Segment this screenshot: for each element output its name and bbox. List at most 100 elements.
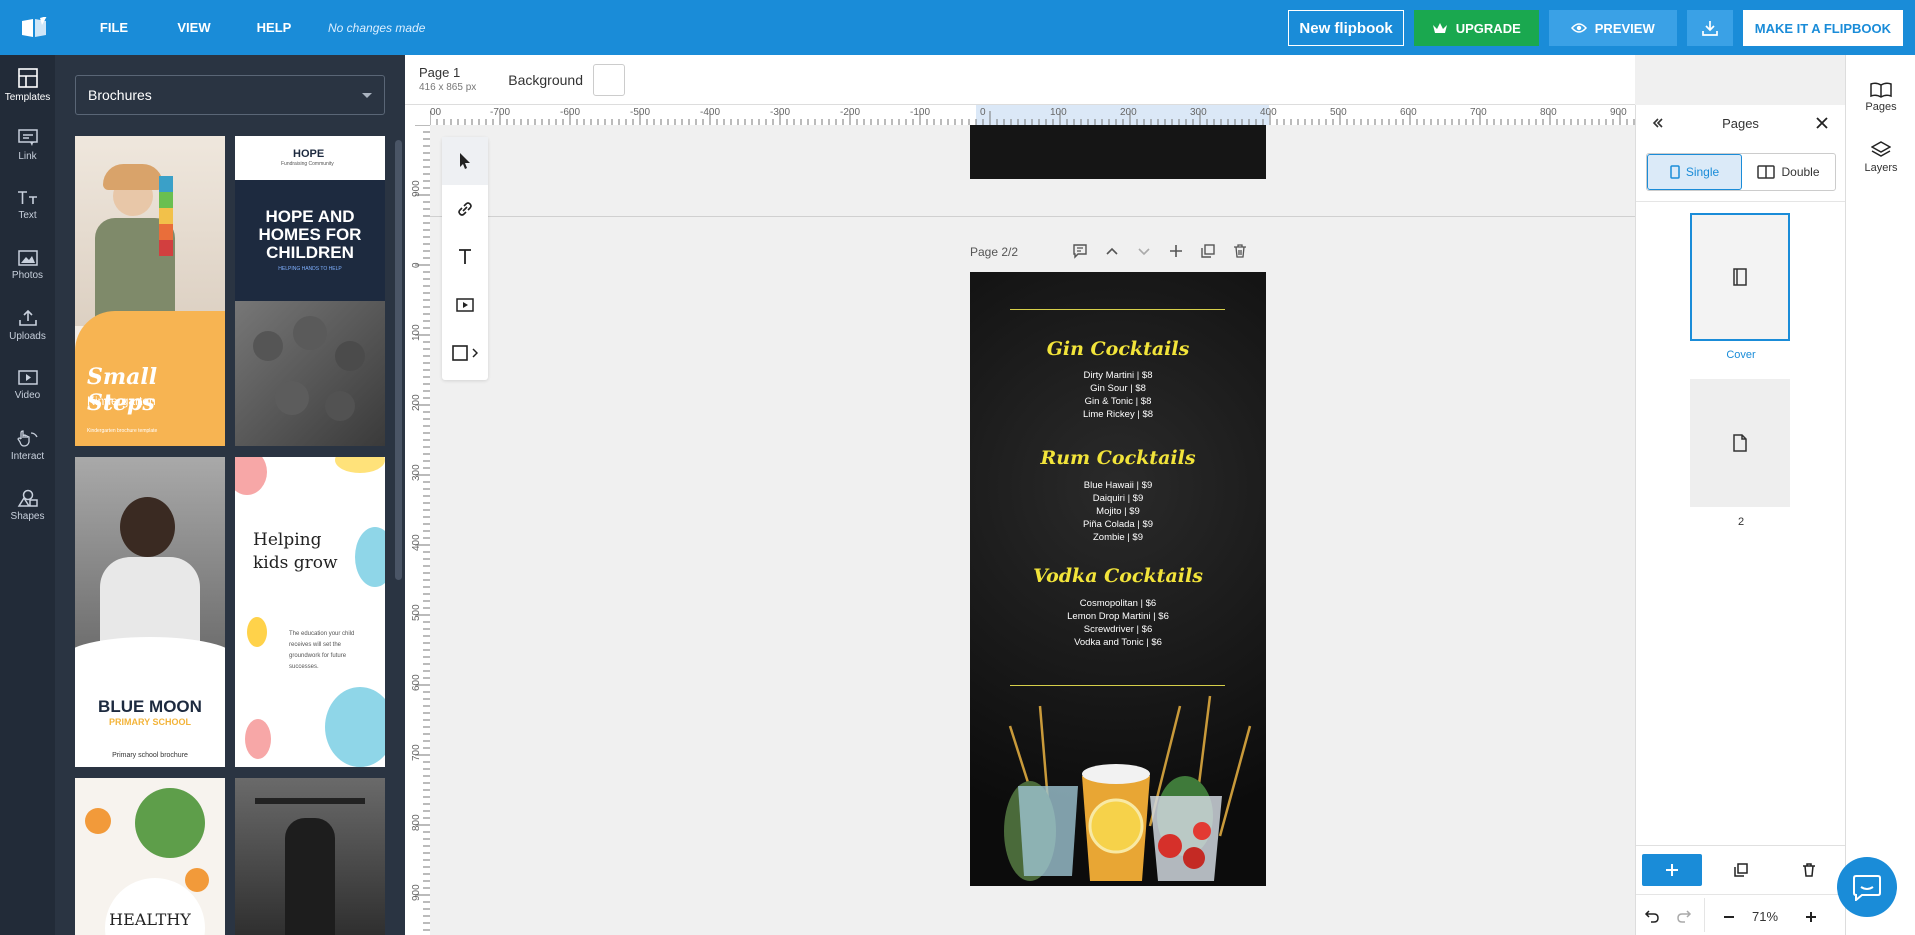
nav-templates[interactable]: Templates <box>0 55 55 115</box>
nav-photos-label: Photos <box>11 269 44 281</box>
blue-moon-title: BLUE MOON <box>98 697 202 716</box>
add-page-button[interactable] <box>1642 854 1702 886</box>
template-healthy[interactable]: HEALTHY <box>75 778 225 935</box>
small-steps-subtitle: Kindergarten <box>87 394 156 408</box>
page-thumb-2[interactable] <box>1690 379 1790 507</box>
nav-uploads-label: Uploads <box>9 330 46 342</box>
video-tool[interactable] <box>442 281 488 329</box>
template-small-steps[interactable]: Small Steps Kindergarten Kindergarten br… <box>75 136 225 446</box>
nav-video[interactable]: Video <box>0 355 55 415</box>
vodka-item: Vodka and Tonic | $6 <box>1074 637 1162 648</box>
nav-link[interactable]: Link <box>0 115 55 175</box>
horizontal-ruler: 00 -700 -600 -500 -400 -300 -200 -100 0 … <box>430 105 1635 125</box>
tool-palette <box>442 137 488 380</box>
blue-moon-subtitle: PRIMARY SCHOOL <box>108 717 191 727</box>
nav-photos[interactable]: Photos <box>0 235 55 295</box>
add-page-icon[interactable] <box>1168 243 1184 259</box>
chevron-right-icon <box>472 348 478 358</box>
left-nav: Templates Link Text Photos Uploads Video… <box>0 55 55 935</box>
templates-panel: Brochures Small Steps Kindergarten Kinde… <box>55 55 405 935</box>
tab-layers[interactable]: Layers <box>1846 127 1915 187</box>
rum-item: Daiquiri | $9 <box>1092 493 1144 504</box>
nav-shapes[interactable]: Shapes <box>0 475 55 535</box>
rum-item: Blue Hawaii | $9 <box>1083 480 1153 491</box>
page-title: Page 1 <box>419 65 461 80</box>
make-flipbook-button[interactable]: MAKE IT A FLIPBOOK <box>1742 10 1903 46</box>
top-bar: FILE VIEW HELP No changes made New flipb… <box>0 0 1915 55</box>
video-icon <box>456 298 474 312</box>
page-1-bottom[interactable] <box>970 125 1266 179</box>
template-helping-kids[interactable]: Helping kids grow The education your chi… <box>235 457 385 767</box>
app-logo-icon[interactable] <box>0 0 68 55</box>
duplicate-page-icon[interactable] <box>1733 862 1749 878</box>
page-thumb-cover[interactable] <box>1690 213 1790 341</box>
nav-uploads[interactable]: Uploads <box>0 295 55 355</box>
trash-icon[interactable] <box>1232 243 1248 259</box>
delete-page-icon[interactable] <box>1801 862 1817 878</box>
square-icon <box>452 345 468 361</box>
close-icon[interactable] <box>1815 116 1829 130</box>
page-thumb-label: Cover <box>1726 349 1756 361</box>
menu-view[interactable]: VIEW <box>160 20 228 35</box>
chat-button[interactable] <box>1837 857 1897 917</box>
page-2-canvas[interactable]: Gin Cocktails Dirty Martini | $8 Gin Sou… <box>970 272 1266 886</box>
children-photo <box>235 301 385 446</box>
hope-logo: HOPE <box>293 148 325 160</box>
download-button[interactable] <box>1686 10 1733 46</box>
undo-icon[interactable] <box>1644 908 1660 924</box>
double-view-button[interactable]: Double <box>1742 154 1835 190</box>
zoom-in-icon[interactable] <box>1804 910 1818 924</box>
ruler-h-label: 200 <box>1120 107 1137 118</box>
new-flipbook-button[interactable]: New flipbook <box>1288 10 1404 46</box>
vodka-item: Lemon Drop Martini | $6 <box>1067 611 1169 622</box>
background-color-swatch[interactable] <box>592 63 625 96</box>
link-tool[interactable] <box>442 185 488 233</box>
comment-icon[interactable] <box>1072 243 1088 259</box>
pointer-hand-icon <box>16 429 38 447</box>
upgrade-button[interactable]: UPGRADE <box>1413 10 1539 46</box>
shape-tool[interactable] <box>442 329 488 377</box>
chat-icon <box>1853 875 1881 901</box>
ruler-v-label: 400 <box>411 534 422 551</box>
vodka-item: Cosmopolitan | $6 <box>1079 598 1157 609</box>
category-select[interactable]: Brochures <box>75 75 385 115</box>
preview-button[interactable]: PREVIEW <box>1548 10 1677 46</box>
nav-templates-label: Templates <box>4 91 51 103</box>
select-tool[interactable] <box>442 137 488 185</box>
cocktail-photo <box>1004 695 1252 881</box>
zoom-level: 71% <box>1752 909 1779 924</box>
template-hope[interactable]: HOPE Fundraising Community HOPE AND HOME… <box>235 136 385 446</box>
background-label: Background <box>508 71 583 88</box>
tab-pages[interactable]: Pages <box>1846 67 1915 127</box>
nav-text[interactable]: Text <box>0 175 55 235</box>
text-tool[interactable] <box>442 233 488 281</box>
vertical-ruler: 900 0 100 200 300 400 500 600 700 800 90… <box>405 125 430 935</box>
template-blue-moon[interactable]: BLUE MOON PRIMARY SCHOOL Primary school … <box>75 457 225 767</box>
video-icon <box>17 369 38 385</box>
ruler-corner <box>405 105 430 125</box>
hope-tagline: HELPING HANDS TO HELP <box>278 266 342 272</box>
ruler-v-label: 0 <box>411 262 422 268</box>
ruler-h-label: -600 <box>560 107 581 118</box>
ruler-h-label: 0 <box>980 107 986 118</box>
ruler-h-label: -300 <box>770 107 791 118</box>
athlete-photo <box>285 818 335 935</box>
ruler-h-label: -500 <box>630 107 651 118</box>
ruler-h-label: -700 <box>490 107 511 118</box>
redo-icon[interactable] <box>1676 908 1692 924</box>
gin-title: Gin Cocktails <box>1046 338 1190 360</box>
pages-panel: Pages Single Double Cover 2 71% <box>1635 105 1846 935</box>
move-down-icon[interactable] <box>1136 243 1152 259</box>
zoom-out-icon[interactable] <box>1722 910 1736 924</box>
nav-interact[interactable]: Interact <box>0 415 55 475</box>
menu-help[interactable]: HELP <box>240 20 308 35</box>
move-up-icon[interactable] <box>1104 243 1120 259</box>
single-view-button[interactable]: Single <box>1647 154 1742 190</box>
template-fitness[interactable] <box>235 778 385 935</box>
menu-file[interactable]: FILE <box>80 20 148 35</box>
ruler-ticks <box>430 111 1635 125</box>
collapse-icon[interactable] <box>1652 117 1664 129</box>
nav-link-label: Link <box>18 150 37 162</box>
templates-scrollbar[interactable] <box>395 140 402 580</box>
duplicate-icon[interactable] <box>1200 243 1216 259</box>
